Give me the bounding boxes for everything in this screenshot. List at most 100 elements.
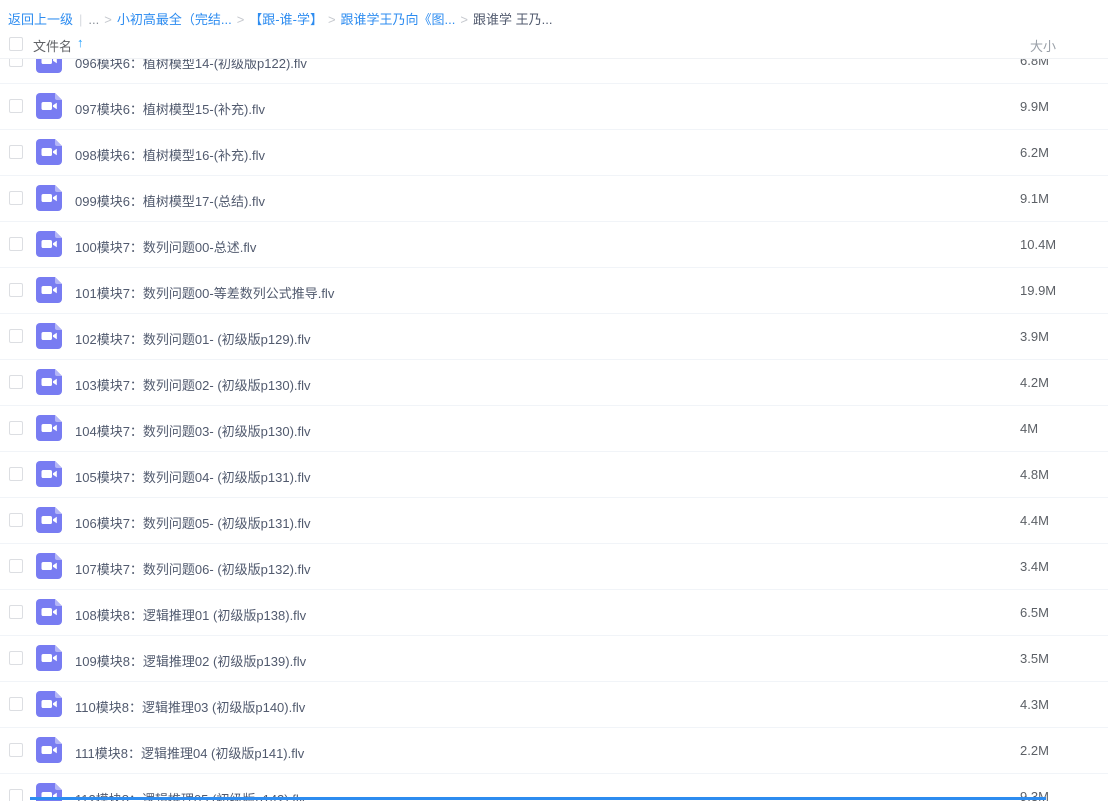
file-name[interactable]: 107模块7：数列问题06- (初级版p132).flv <box>75 559 311 578</box>
file-row[interactable]: 100模块7：数列问题00-总述.flv 10.4M <box>0 222 1108 268</box>
file-name[interactable]: 104模块7：数列问题03- (初级版p130).flv <box>75 421 311 440</box>
file-name[interactable]: 098模块6：植树模型16-(补充).flv <box>75 145 265 164</box>
breadcrumb-back-link[interactable]: 返回上一级 <box>8 12 73 27</box>
file-name[interactable]: 108模块8：逻辑推理01 (初级版p138).flv <box>75 605 306 624</box>
row-checkbox[interactable] <box>9 375 23 389</box>
file-row[interactable]: 108模块8：逻辑推理01 (初级版p138).flv 6.5M <box>0 590 1108 636</box>
file-name[interactable]: 111模块8：逻辑推理04 (初级版p141).flv <box>75 743 304 762</box>
file-name[interactable]: 106模块7：数列问题05- (初级版p131).flv <box>75 513 311 532</box>
row-checkbox[interactable] <box>9 467 23 481</box>
file-size: 10.4M <box>1020 237 1056 252</box>
row-checkbox[interactable] <box>9 59 23 67</box>
video-file-icon <box>36 93 62 119</box>
file-row[interactable]: 111模块8：逻辑推理04 (初级版p141).flv 2.2M <box>0 728 1108 774</box>
file-row[interactable]: 104模块7：数列问题03- (初级版p130).flv 4M <box>0 406 1108 452</box>
table-header: 文件名 ↑ 大小 <box>0 31 1108 59</box>
select-all-checkbox[interactable] <box>9 37 23 51</box>
breadcrumb-link[interactable]: 小初高最全（完结... <box>117 12 232 27</box>
file-manager-page: 返回上一级 |... > 小初高最全（完结... > 【跟-谁-学】 > 跟谁学王乃向《图..… <box>0 0 1108 801</box>
row-checkbox[interactable] <box>9 145 23 159</box>
file-row[interactable]: 102模块7：数列问题01- (初级版p129).flv 3.9M <box>0 314 1108 360</box>
file-size: 3.5M <box>1020 651 1049 666</box>
file-size: 4.4M <box>1020 513 1049 528</box>
video-file-icon <box>36 737 62 763</box>
file-row[interactable]: 096模块6：植树模型14-(初级版p122).flv 6.8M <box>0 59 1108 84</box>
row-checkbox[interactable] <box>9 789 23 801</box>
row-checkbox[interactable] <box>9 743 23 757</box>
video-file-icon <box>36 461 62 487</box>
row-checkbox[interactable] <box>9 329 23 343</box>
column-header-size[interactable]: 大小 <box>1030 36 1056 55</box>
file-name[interactable]: 100模块7：数列问题00-总述.flv <box>75 237 256 256</box>
sort-ascending-icon[interactable]: ↑ <box>77 35 84 50</box>
breadcrumb-chevron: > <box>328 12 336 27</box>
breadcrumb: 返回上一级 |... > 小初高最全（完结... > 【跟-谁-学】 > 跟谁学王乃向《图..… <box>8 9 552 28</box>
file-size: 9.9M <box>1020 99 1049 114</box>
file-name[interactable]: 101模块7：数列问题00-等差数列公式推导.flv <box>75 283 334 302</box>
file-name[interactable]: 097模块6：植树模型15-(补充).flv <box>75 99 265 118</box>
video-file-icon <box>36 139 62 165</box>
file-size: 6.8M <box>1020 59 1049 68</box>
breadcrumb-current-folder: 跟谁学 王乃... <box>473 12 552 27</box>
video-file-icon <box>36 277 62 303</box>
file-name[interactable]: 099模块6：植树模型17-(总结).flv <box>75 191 265 210</box>
file-row[interactable]: 105模块7：数列问题04- (初级版p131).flv 4.8M <box>0 452 1108 498</box>
file-size: 4.3M <box>1020 697 1049 712</box>
file-row[interactable]: 099模块6：植树模型17-(总结).flv 9.1M <box>0 176 1108 222</box>
file-row[interactable]: 103模块7：数列问题02- (初级版p130).flv 4.2M <box>0 360 1108 406</box>
row-checkbox[interactable] <box>9 513 23 527</box>
file-row[interactable]: 109模块8：逻辑推理02 (初级版p139).flv 3.5M <box>0 636 1108 682</box>
file-size: 3.9M <box>1020 329 1049 344</box>
file-row[interactable]: 110模块8：逻辑推理03 (初级版p140).flv 4.3M <box>0 682 1108 728</box>
file-row[interactable]: 097模块6：植树模型15-(补充).flv 9.9M <box>0 84 1108 130</box>
scroll-indicator-bar[interactable] <box>30 797 1046 800</box>
file-size: 4M <box>1020 421 1038 436</box>
file-size: 9.1M <box>1020 191 1049 206</box>
video-file-icon <box>36 553 62 579</box>
column-header-filename[interactable]: 文件名 <box>33 36 72 55</box>
file-size: 19.9M <box>1020 283 1056 298</box>
file-row[interactable]: 106模块7：数列问题05- (初级版p131).flv 4.4M <box>0 498 1108 544</box>
breadcrumb-chevron: > <box>104 12 112 27</box>
file-size: 6.2M <box>1020 145 1049 160</box>
file-size: 3.4M <box>1020 559 1049 574</box>
row-checkbox[interactable] <box>9 421 23 435</box>
video-file-icon <box>36 691 62 717</box>
file-list[interactable]: 096模块6：植树模型14-(初级版p122).flv 6.8M 097模块6：植树… <box>0 59 1108 801</box>
file-row[interactable]: 101模块7：数列问题00-等差数列公式推导.flv 19.9M <box>0 268 1108 314</box>
row-checkbox[interactable] <box>9 283 23 297</box>
row-checkbox[interactable] <box>9 697 23 711</box>
file-size: 2.2M <box>1020 743 1049 758</box>
file-name[interactable]: 110模块8：逻辑推理03 (初级版p140).flv <box>75 697 305 716</box>
file-name[interactable]: 103模块7：数列问题02- (初级版p130).flv <box>75 375 311 394</box>
file-size: 4.8M <box>1020 467 1049 482</box>
row-checkbox[interactable] <box>9 237 23 251</box>
video-file-icon <box>36 185 62 211</box>
file-size: 6.5M <box>1020 605 1049 620</box>
breadcrumb-link[interactable]: 【跟-谁-学】 <box>249 12 323 27</box>
video-file-icon <box>36 231 62 257</box>
video-file-icon <box>36 369 62 395</box>
row-checkbox[interactable] <box>9 651 23 665</box>
file-size: 4.2M <box>1020 375 1049 390</box>
row-checkbox[interactable] <box>9 99 23 113</box>
breadcrumb-pipe-separator: | <box>79 12 82 27</box>
breadcrumb-link[interactable]: 跟谁学王乃向《图... <box>341 12 456 27</box>
file-row[interactable]: 098模块6：植树模型16-(补充).flv 6.2M <box>0 130 1108 176</box>
file-name[interactable]: 102模块7：数列问题01- (初级版p129).flv <box>75 329 311 348</box>
video-file-icon <box>36 415 62 441</box>
breadcrumb-chevron: > <box>237 12 245 27</box>
row-checkbox[interactable] <box>9 605 23 619</box>
row-checkbox[interactable] <box>9 559 23 573</box>
file-name[interactable]: 105模块7：数列问题04- (初级版p131).flv <box>75 467 311 486</box>
video-file-icon <box>36 507 62 533</box>
video-file-icon <box>36 323 62 349</box>
file-row[interactable]: 107模块7：数列问题06- (初级版p132).flv 3.4M <box>0 544 1108 590</box>
video-file-icon <box>36 599 62 625</box>
file-name[interactable]: 109模块8：逻辑推理02 (初级版p139).flv <box>75 651 306 670</box>
breadcrumb-collapsed-item[interactable]: ... <box>88 12 99 27</box>
video-file-icon <box>36 645 62 671</box>
breadcrumb-chevron: > <box>460 12 468 27</box>
file-name[interactable]: 096模块6：植树模型14-(初级版p122).flv <box>75 59 307 72</box>
row-checkbox[interactable] <box>9 191 23 205</box>
